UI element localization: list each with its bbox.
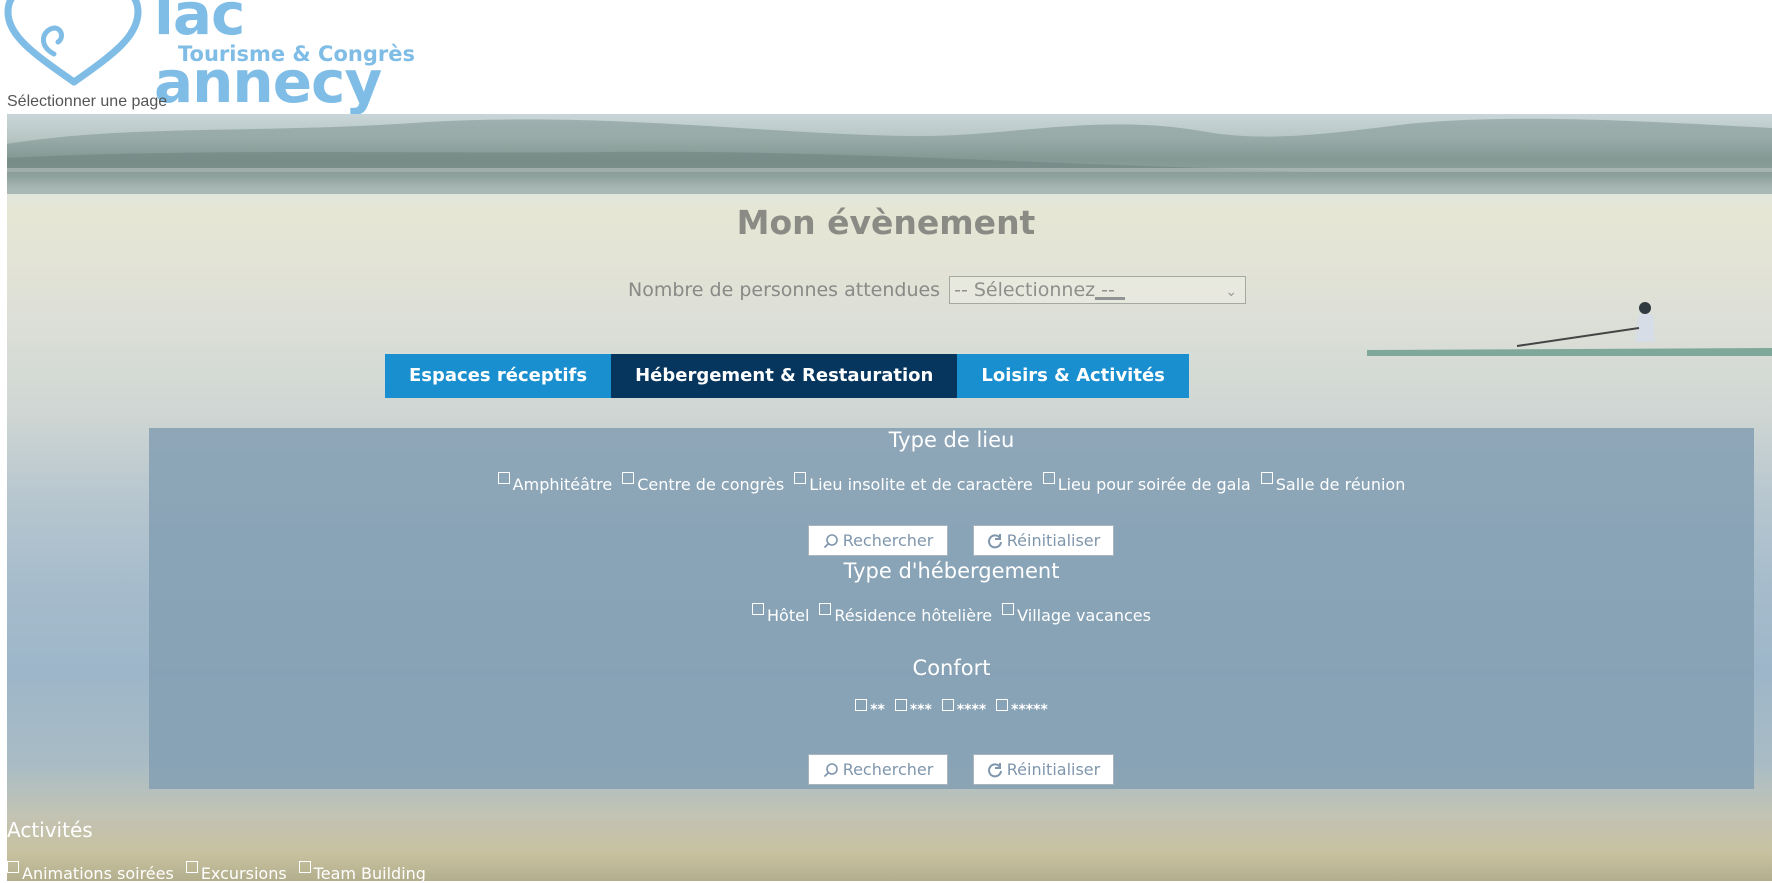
checkbox-label: ** xyxy=(870,702,885,718)
checkbox-team-building[interactable]: Team Building xyxy=(298,861,426,883)
type-lieu-options: Amphitéâtre Centre de congrès Lieu insol… xyxy=(149,472,1754,494)
checkbox-3-stars[interactable]: *** xyxy=(894,699,932,718)
search-button-label: Rechercher xyxy=(842,531,934,550)
type-lieu-title: Type de lieu xyxy=(888,428,1015,452)
persons-label: Nombre de personnes attendues xyxy=(628,279,941,301)
checkbox-label: Village vacances xyxy=(1017,606,1151,625)
activites-options: Animations soirées Excursions Team Build… xyxy=(7,861,438,883)
reset-button-label: Réinitialiser xyxy=(1006,531,1101,550)
checkbox-amphiteatre[interactable]: Amphitéâtre xyxy=(497,472,613,494)
checkbox-label: Lieu insolite et de caractère xyxy=(809,475,1033,494)
checkbox-label: *** xyxy=(909,702,932,718)
search-button-label: Rechercher xyxy=(842,760,934,779)
checkbox-label: Animations soirées xyxy=(22,864,174,883)
page-select-menu[interactable]: Sélectionner une page xyxy=(7,93,167,111)
checkbox-box[interactable] xyxy=(996,699,1009,711)
checkbox-label: Centre de congrès xyxy=(637,475,785,494)
checkbox-box[interactable] xyxy=(819,603,832,615)
activites-title: Activités xyxy=(7,818,93,842)
checkbox-box[interactable] xyxy=(1002,603,1015,615)
refresh-icon xyxy=(987,533,1003,549)
checkbox-excursions[interactable]: Excursions xyxy=(185,861,287,883)
checkbox-box[interactable] xyxy=(497,472,510,484)
reset-button-hebergement[interactable]: Réinitialiser xyxy=(973,754,1114,785)
search-button-hebergement[interactable]: Rechercher xyxy=(808,754,948,785)
chevron-down-icon: ⌄ xyxy=(1225,284,1238,300)
persons-field: Nombre de personnes attendues -- Sélecti… xyxy=(628,274,1247,306)
checkbox-box[interactable] xyxy=(855,699,868,711)
checkbox-box[interactable] xyxy=(622,472,635,484)
reset-button-lieu[interactable]: Réinitialiser xyxy=(973,525,1114,556)
checkbox-4-stars[interactable]: **** xyxy=(941,699,987,718)
checkbox-box[interactable] xyxy=(894,699,907,711)
tab-hebergement-restauration[interactable]: Hébergement & Restauration xyxy=(611,354,958,398)
search-button-lieu[interactable]: Rechercher xyxy=(808,525,948,556)
checkbox-box[interactable] xyxy=(752,603,765,615)
rower-image xyxy=(1367,302,1772,356)
checkbox-box[interactable] xyxy=(7,861,19,873)
checkbox-label: Lieu pour soirée de gala xyxy=(1057,475,1251,494)
checkbox-box[interactable] xyxy=(1042,472,1055,484)
type-hebergement-title: Type d'hébergement xyxy=(843,559,1060,583)
type-hebergement-options: Hôtel Résidence hôtelière Village vacanc… xyxy=(149,603,1754,625)
site-logo[interactable]: lac annecy Tourisme & Congrès xyxy=(4,0,424,116)
search-icon xyxy=(823,762,839,778)
persons-select[interactable]: -- Sélectionnez -- ⌄ xyxy=(949,276,1247,304)
confort-title: Confort xyxy=(912,656,991,680)
checkbox-animations-soirees[interactable]: Animations soirées xyxy=(7,861,174,883)
category-tabs: Espaces réceptifs Hébergement & Restaura… xyxy=(385,354,1189,398)
checkbox-box[interactable] xyxy=(1260,472,1273,484)
checkbox-label: **** xyxy=(956,702,987,718)
checkbox-2-stars[interactable]: ** xyxy=(855,699,885,718)
tab-espaces-receptifs[interactable]: Espaces réceptifs xyxy=(385,354,612,398)
checkbox-5-stars[interactable]: ***** xyxy=(996,699,1048,718)
checkbox-box[interactable] xyxy=(298,861,311,873)
checkbox-village-vacances[interactable]: Village vacances xyxy=(1002,603,1151,625)
refresh-icon xyxy=(987,762,1003,778)
confort-options: ** *** **** ***** xyxy=(149,699,1754,718)
checkbox-label: Amphitéâtre xyxy=(512,475,613,494)
checkbox-lieu-insolite[interactable]: Lieu insolite et de caractère xyxy=(794,472,1033,494)
logo-subtitle: Tourisme & Congrès xyxy=(178,42,415,66)
checkbox-label: ***** xyxy=(1011,702,1048,718)
checkbox-hotel[interactable]: Hôtel xyxy=(752,603,810,625)
checkbox-label: Résidence hôtelière xyxy=(834,606,993,625)
search-icon xyxy=(823,533,839,549)
checkbox-box[interactable] xyxy=(185,861,198,873)
checkbox-soiree-gala[interactable]: Lieu pour soirée de gala xyxy=(1042,472,1251,494)
checkbox-label: Team Building xyxy=(313,864,426,883)
tab-loisirs-activites[interactable]: Loisirs & Activités xyxy=(957,354,1189,398)
checkbox-box[interactable] xyxy=(794,472,807,484)
checkbox-label: Hôtel xyxy=(767,606,810,625)
checkbox-box[interactable] xyxy=(941,699,954,711)
checkbox-residence-hoteliere[interactable]: Résidence hôtelière xyxy=(819,603,993,625)
checkbox-salle-reunion[interactable]: Salle de réunion xyxy=(1260,472,1406,494)
checkbox-label: Salle de réunion xyxy=(1275,475,1406,494)
checkbox-label: Excursions xyxy=(200,864,287,883)
event-title: Mon évènement xyxy=(736,203,1036,242)
persons-select-value: -- Sélectionnez -- xyxy=(954,279,1115,301)
heart-swan-logo-icon xyxy=(4,0,142,86)
mountains-image xyxy=(7,118,1772,194)
reset-button-label: Réinitialiser xyxy=(1006,760,1101,779)
checkbox-centre-congres[interactable]: Centre de congrès xyxy=(622,472,785,494)
